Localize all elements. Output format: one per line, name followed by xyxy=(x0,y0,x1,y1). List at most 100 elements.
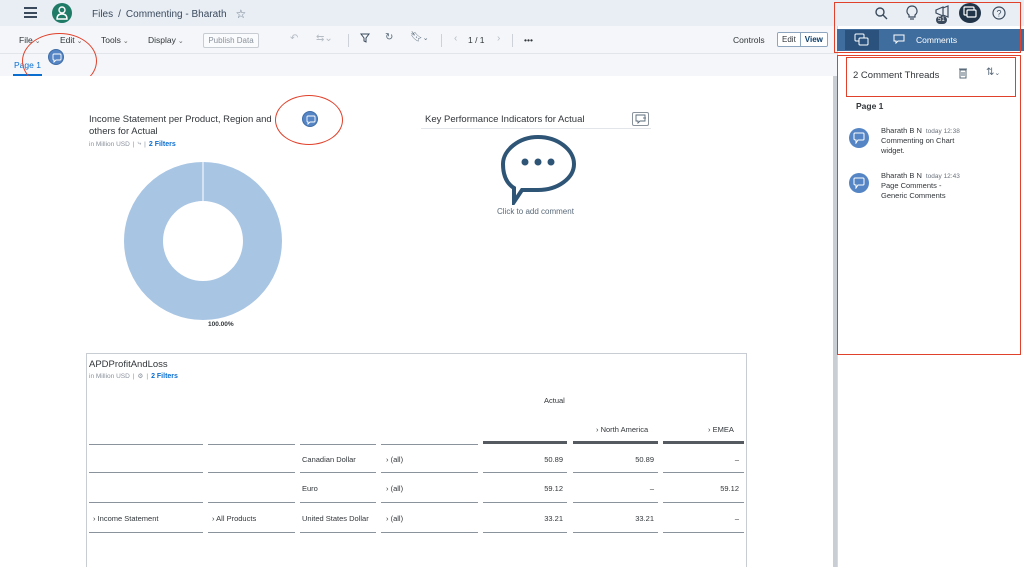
income-chart-subtitle: in Million USD | ⤷ | 2 Filters xyxy=(89,140,176,148)
income-title-line2: others for Actual xyxy=(89,126,158,137)
publish-data-button[interactable]: Publish Data xyxy=(203,33,259,48)
comment-text-line: Page Comments - xyxy=(881,181,942,190)
table-row-line xyxy=(663,472,744,473)
comment-icon xyxy=(853,177,865,189)
table-row-line xyxy=(663,532,744,533)
click-to-add-comment[interactable]: Click to add comment xyxy=(497,207,574,216)
comment-text[interactable]: Commenting on Chart widget. xyxy=(881,136,954,155)
income-filters-link[interactable]: 2 Filters xyxy=(149,141,176,148)
avatar[interactable] xyxy=(52,3,72,23)
header-emea[interactable]: › EMEA xyxy=(708,425,734,434)
table-row-line xyxy=(663,502,744,503)
table-cell-region[interactable]: › (all) xyxy=(386,484,476,493)
breadcrumb-current: Commenting - Bharath xyxy=(125,8,227,20)
breadcrumb-separator: / xyxy=(118,8,121,20)
header-north-america-label: North America xyxy=(600,425,649,434)
toolbar-divider xyxy=(512,34,513,47)
table-cell-na: 33.21 xyxy=(573,514,654,523)
menu-icon[interactable] xyxy=(24,7,37,18)
comment-text-line: Commenting on Chart xyxy=(881,136,955,145)
annotation-circle xyxy=(275,95,343,145)
comment-author-name: Bharath B N xyxy=(881,126,922,135)
table-row-line xyxy=(89,532,203,533)
annotation-box xyxy=(837,55,1021,355)
comment-icon xyxy=(853,132,865,144)
controls-button[interactable]: Controls xyxy=(733,35,765,45)
table-cell-text: 50.89 xyxy=(635,455,654,464)
chevron-down-icon: ⌄ xyxy=(122,38,129,45)
dimension-icon: ⚙︎ xyxy=(137,373,144,380)
table-row-line xyxy=(300,472,376,473)
income-title-line1: Income Statement per Product, Region and xyxy=(89,114,272,125)
edit-mode-button[interactable]: Edit xyxy=(778,33,800,46)
table-cell-emea: 59.12 xyxy=(663,484,739,493)
table-row-line xyxy=(573,472,658,473)
display-menu[interactable]: Display ⌄ xyxy=(148,35,184,45)
comment-bubble-icon[interactable] xyxy=(500,133,578,209)
prev-page-icon[interactable]: ‹ xyxy=(454,33,457,44)
tools-menu[interactable]: Tools ⌄ xyxy=(101,35,129,45)
income-chart-title: Income Statement per Product, Region and… xyxy=(89,114,272,138)
table-cell-text: 59.12 xyxy=(720,484,739,493)
table-filters-link[interactable]: 2 Filters xyxy=(151,373,178,380)
table-cell-text: Euro xyxy=(302,484,318,493)
header-north-america[interactable]: › North America xyxy=(596,425,648,434)
table-header-line xyxy=(381,444,478,445)
table-header-line xyxy=(483,441,567,444)
table-subtitle: in Million USD | ⚙︎ | 2 Filters xyxy=(89,372,178,381)
table-cell-text: (all) xyxy=(390,514,404,523)
comment-text-line: Generic Comments xyxy=(881,190,946,200)
table-cell-text: – xyxy=(649,484,654,493)
kpi-title-underline xyxy=(421,128,651,129)
hierarchy-icon: ⤷ xyxy=(137,140,142,147)
table-row-line xyxy=(208,532,295,533)
bookmark-icon[interactable]: 🔖︎⌄ xyxy=(410,32,429,43)
table-row-line xyxy=(208,502,295,503)
shell-bar: Files / Commenting - Bharath ☆ xyxy=(0,0,837,26)
share-icon[interactable]: ⇆⌄ xyxy=(316,33,333,44)
page-bar xyxy=(0,54,837,76)
table-row-line xyxy=(300,532,376,533)
comment-avatar xyxy=(849,128,869,148)
table-cell-na: 50.89 xyxy=(573,455,654,464)
table-row-line xyxy=(381,472,478,473)
table-cell-region[interactable]: › (all) xyxy=(386,455,476,464)
table-cell-region[interactable]: › (all) xyxy=(386,514,476,523)
table-cell-text: United States Dollar xyxy=(302,514,369,523)
add-comment-button[interactable] xyxy=(632,112,649,126)
donut-chart[interactable] xyxy=(120,158,286,324)
table-cell-emea: – xyxy=(663,514,739,523)
next-page-icon[interactable]: › xyxy=(497,33,500,44)
divider: | xyxy=(132,372,135,380)
undo-icon[interactable]: ↶ xyxy=(290,33,298,44)
table-cell-emea: – xyxy=(663,455,739,464)
table-row-line xyxy=(381,502,478,503)
table-row-line xyxy=(483,502,567,503)
table-cell-actual: 33.21 xyxy=(483,514,563,523)
annotation-box xyxy=(834,2,1021,53)
table-cell-text: – xyxy=(734,455,739,464)
comment-author: Bharath B Ntoday 12:43 xyxy=(881,171,960,180)
breadcrumb-files[interactable]: Files xyxy=(92,9,113,20)
table-cell-product[interactable]: › All Products xyxy=(212,514,295,523)
table-cell-account[interactable]: › Income Statement xyxy=(93,514,203,523)
table-cell-text: All Products xyxy=(216,514,257,523)
toolbar-divider xyxy=(441,34,442,47)
divider: | xyxy=(132,140,135,148)
table-row-line xyxy=(381,532,478,533)
comments-page-heading: Page 1 xyxy=(856,101,884,111)
view-mode-button[interactable]: View xyxy=(799,33,827,46)
comment-timestamp: today 12:38 xyxy=(925,128,960,135)
kpi-title: Key Performance Indicators for Actual xyxy=(425,114,585,125)
table-row-line xyxy=(573,502,658,503)
favorite-star-icon[interactable]: ☆ xyxy=(236,7,247,21)
table-cell-text: 33.21 xyxy=(544,514,563,523)
comment-text[interactable]: Page Comments - Generic Comments xyxy=(881,181,946,200)
filter-icon[interactable] xyxy=(360,33,370,46)
table-row-line xyxy=(300,502,376,503)
table-cell-currency: Euro xyxy=(302,484,376,493)
table-row-line xyxy=(89,502,203,503)
refresh-icon[interactable]: ↻ xyxy=(385,32,393,43)
more-options-button[interactable]: ••• xyxy=(524,35,533,45)
table-row-line xyxy=(573,532,658,533)
